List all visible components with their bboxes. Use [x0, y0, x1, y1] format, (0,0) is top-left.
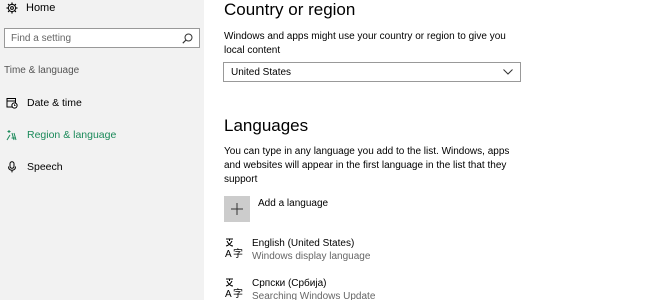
language-status: Searching Windows Update [252, 291, 376, 300]
country-description: Windows and apps might use your country … [224, 31, 506, 56]
main-content: Country or region Windows and apps might… [204, 0, 660, 300]
search-icon[interactable] [182, 33, 193, 44]
country-heading: Country or region [224, 0, 356, 19]
language-icon: A 字 [225, 238, 243, 259]
languages-heading: Languages [224, 116, 309, 135]
svg-text:字: 字 [233, 247, 243, 259]
language-item[interactable]: A 字 English (United States) Windows disp… [224, 237, 370, 263]
search-box[interactable] [4, 28, 200, 48]
add-language-label: Add a language [258, 198, 329, 209]
chevron-down-icon [503, 69, 513, 75]
home-link[interactable]: Home [6, 0, 55, 16]
globe-person-icon [6, 130, 17, 141]
calendar-icon [6, 98, 18, 109]
sidebar-item-label: Date & time [27, 97, 82, 109]
sidebar-item-label: Speech [27, 161, 63, 173]
search-input[interactable] [11, 32, 182, 44]
language-status: Windows display language [252, 251, 371, 262]
languages-description: You can type in any language you add to … [224, 146, 510, 185]
section-label: Time & language [4, 65, 80, 76]
sidebar-item-date-time[interactable]: Date & time [6, 94, 82, 112]
language-name: Српски (Србија) [252, 278, 327, 289]
gear-icon [6, 2, 18, 14]
plus-icon [231, 203, 243, 215]
add-language-tile[interactable] [224, 196, 250, 222]
language-icon: A 字 [225, 278, 243, 299]
sidebar: Home Time & language Date & time Region … [0, 0, 204, 300]
country-dropdown-value: United States [231, 66, 292, 78]
language-name: English (United States) [252, 238, 355, 249]
home-label: Home [26, 2, 56, 14]
sidebar-item-speech[interactable]: Speech [6, 158, 63, 176]
sidebar-item-label: Region & language [27, 129, 117, 141]
svg-text:字: 字 [233, 287, 243, 299]
language-item[interactable]: A 字 Српски (Србија) Searching Windows Up… [224, 277, 375, 300]
svg-text:A: A [225, 289, 232, 299]
svg-text:A: A [225, 249, 232, 259]
add-language-button[interactable]: Add a language [224, 196, 328, 222]
sidebar-item-region-language[interactable]: Region & language [6, 126, 116, 144]
microphone-icon [8, 161, 16, 173]
country-dropdown[interactable]: United States [223, 62, 521, 82]
